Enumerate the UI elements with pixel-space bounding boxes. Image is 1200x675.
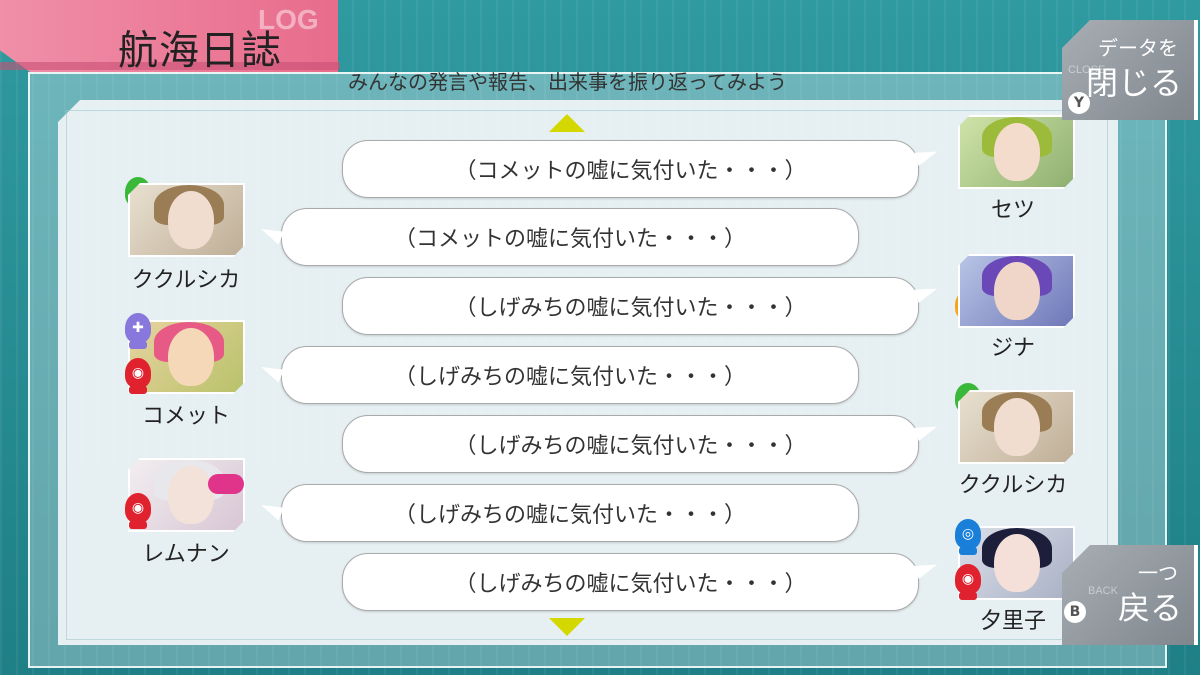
engineer-blue-role-icon: ◎ — [955, 519, 981, 555]
log-bubble: （しげみちの嘘に気付いた・・・） — [258, 484, 859, 542]
log-text: （しげみちの嘘に気付いた・・・） — [454, 434, 807, 459]
gnosia-role-icon: ◉ — [125, 493, 151, 529]
log-text: （コメットの嘘に気付いた・・・） — [393, 227, 746, 252]
scroll-up-arrow-icon[interactable] — [549, 114, 585, 132]
log-bubble: （コメットの嘘に気付いた・・・） — [342, 140, 940, 198]
gnosia-role-icon: ◉ — [955, 564, 981, 600]
portrait-kukrushka[interactable] — [958, 390, 1075, 464]
portrait-jina[interactable] — [958, 254, 1075, 328]
speaker-name: ククルシカ — [131, 268, 241, 293]
speaker-name: 夕里子 — [979, 609, 1046, 634]
speaker-name: ジナ — [990, 336, 1035, 361]
b-key-icon: B — [1064, 601, 1086, 623]
page-title: 航海日誌 — [118, 28, 282, 74]
scroll-down-arrow-icon[interactable] — [549, 618, 585, 636]
back-button[interactable]: BACK 一つ 戻る B — [1062, 545, 1198, 645]
log-bubble: （しげみちの嘘に気付いた・・・） — [258, 346, 859, 404]
log-text: （しげみちの嘘に気付いた・・・） — [454, 572, 807, 597]
subtitle: みんなの発言や報告、出来事を振り返ってみよう — [348, 70, 787, 94]
portrait-setsu[interactable] — [958, 115, 1075, 189]
log-bubble: （しげみちの嘘に気付いた・・・） — [342, 553, 940, 611]
back-ghost-text: BACK — [1088, 585, 1118, 597]
log-text: （しげみちの嘘に気付いた・・・） — [454, 296, 807, 321]
log-bubble: （コメットの嘘に気付いた・・・） — [258, 208, 859, 266]
close-button-label: 閉じる — [1085, 64, 1182, 102]
speaker-name: セツ — [990, 198, 1035, 223]
back-button-small-label: 一つ — [1138, 561, 1178, 585]
log-text: （しげみちの嘘に気付いた・・・） — [393, 365, 746, 390]
log-bubble: （しげみちの嘘に気付いた・・・） — [342, 277, 940, 335]
log-text: （しげみちの嘘に気付いた・・・） — [393, 503, 746, 528]
y-key-icon: Y — [1068, 92, 1090, 114]
log-text: （コメットの嘘に気付いた・・・） — [454, 159, 807, 184]
log-bubble: （しげみちの嘘に気付いた・・・） — [342, 415, 940, 473]
speaker-name: コメット — [141, 404, 230, 429]
speaker-name: ククルシカ — [958, 473, 1068, 498]
portrait-kukrushka[interactable] — [128, 183, 245, 257]
doctor-role-icon: ✚ — [125, 313, 151, 349]
gnosia-role-icon: ◉ — [125, 358, 151, 394]
speaker-name: レムナン — [142, 542, 230, 567]
back-button-label: 戻る — [1117, 589, 1182, 627]
close-data-button[interactable]: CLOSE データを 閉じる Y — [1062, 20, 1198, 120]
close-button-small-label: データを — [1098, 36, 1178, 60]
